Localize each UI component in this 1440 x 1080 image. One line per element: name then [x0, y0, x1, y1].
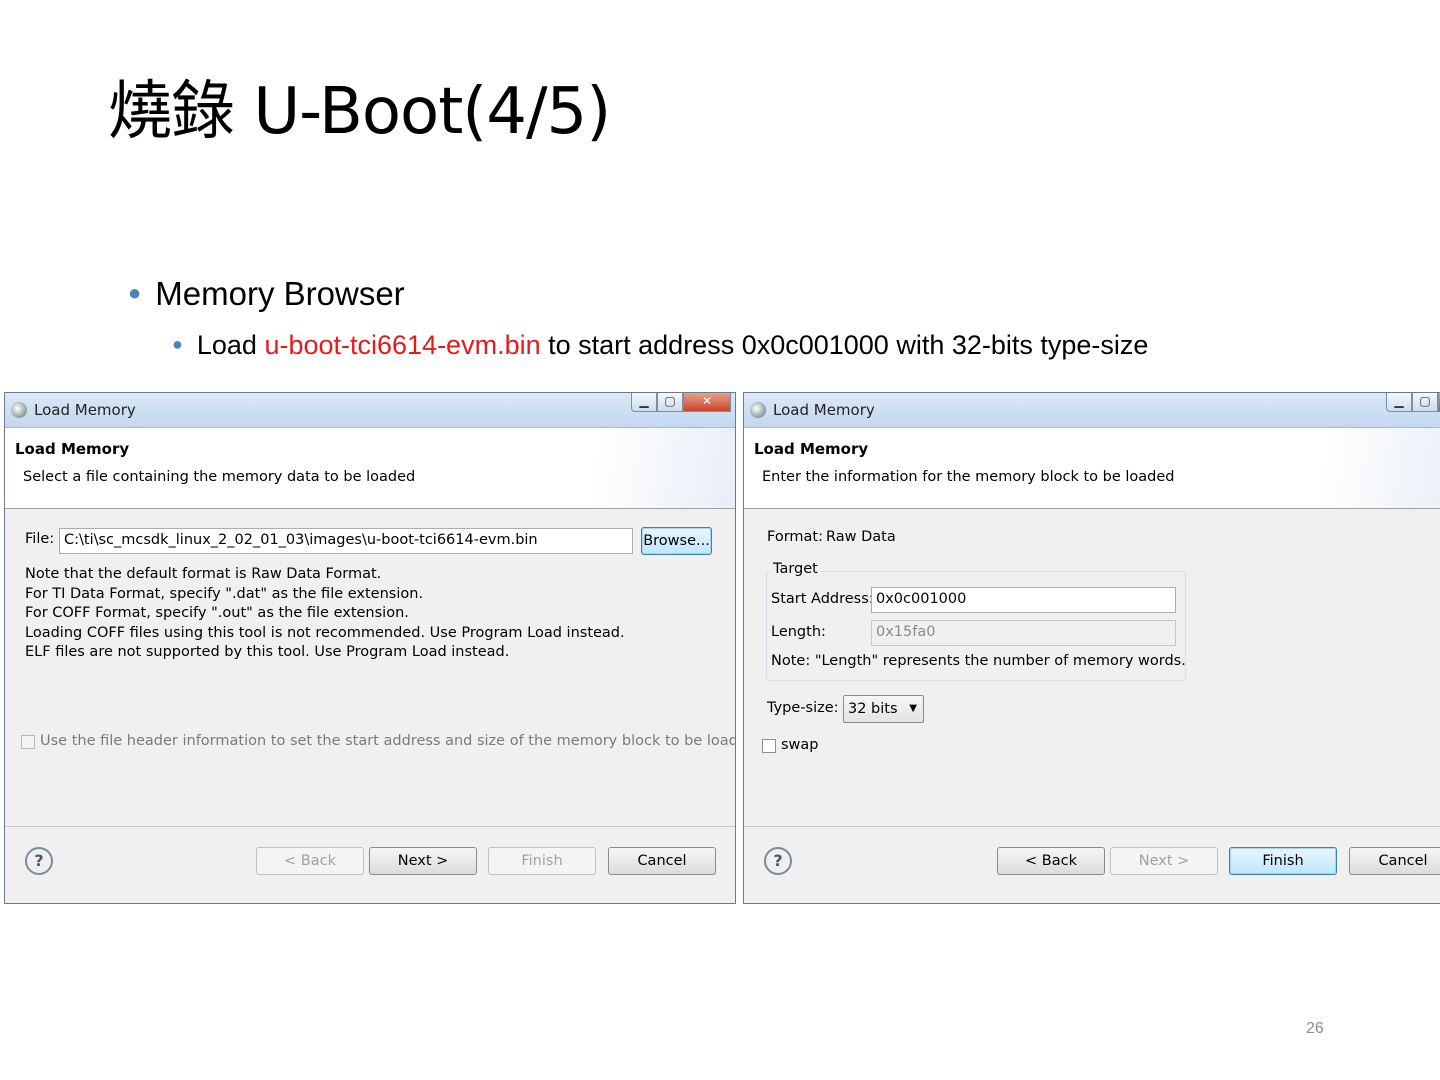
start-address-label: Start Address:: [771, 591, 874, 607]
slide-title: 燒錄 U-Boot(4/5): [108, 75, 611, 149]
dropdown-arrow-icon: ▼: [909, 703, 917, 714]
wizard-description: Enter the information for the memory blo…: [762, 469, 1175, 485]
wizard-title: Load Memory: [15, 440, 130, 458]
format-label: Format:: [767, 529, 823, 545]
load-memory-dialog-file: Load Memory ▁ ▢ ✕ Load Memory Select a f…: [4, 392, 736, 904]
browse-button[interactable]: Browse...: [641, 527, 712, 555]
back-button[interactable]: < Back: [997, 847, 1105, 875]
bullet-load-instruction: ● Load u-boot-tci6614-evm.bin to start ad…: [172, 328, 1148, 365]
next-button[interactable]: Next >: [369, 847, 477, 875]
minimize-icon[interactable]: ▁: [1386, 393, 1412, 412]
wizard-title: Load Memory: [754, 440, 869, 458]
use-header-label: Use the file header information to set t…: [40, 733, 736, 749]
finish-button[interactable]: Finish: [1229, 847, 1337, 875]
wizard-content: File: C:\ti\sc_mcsdk_linux_2_02_01_03\im…: [5, 509, 735, 827]
length-label: Length:: [771, 624, 826, 640]
start-address-input[interactable]: 0x0c001000: [871, 587, 1176, 613]
wizard-content: Format: Raw Data Target Start Address: 0…: [744, 509, 1440, 827]
target-group-label: Target: [770, 561, 821, 577]
bullet1-text: Memory Browser: [155, 275, 405, 312]
note-line: For COFF Format, specify ".out" as the f…: [25, 605, 409, 621]
length-note: Note: "Length" represents the number of …: [771, 653, 1186, 669]
format-value: Raw Data: [826, 529, 896, 545]
next-button[interactable]: Next >: [1110, 847, 1218, 875]
window-controls: ▁ ▢ ✕: [631, 393, 731, 412]
window-controls: ▁ ▢ ✕: [1386, 393, 1440, 412]
minimize-icon[interactable]: ▁: [631, 393, 657, 412]
note-line: ELF files are not supported by this tool…: [25, 644, 510, 660]
wizard-description: Select a file containing the memory data…: [23, 469, 416, 485]
type-size-value: 32 bits: [848, 701, 898, 717]
load-memory-icon: [11, 402, 27, 418]
swap-label: swap: [781, 737, 819, 753]
wizard-header: Load Memory Select a file containing the…: [5, 428, 735, 509]
bullet2-filename: u-boot-tci6614-evm.bin: [264, 330, 541, 360]
note-line: Loading COFF files using this tool is no…: [25, 624, 625, 641]
bullet2-suffix: to start address 0x0c001000 with 32-bits…: [540, 330, 1149, 360]
load-memory-icon: [750, 402, 766, 418]
wizard-footer: ? < Back Next > Finish Cancel: [744, 826, 1440, 903]
cancel-button[interactable]: Cancel: [1349, 847, 1440, 875]
format-notes: Note that the default format is Raw Data…: [25, 565, 625, 663]
bullet2-prefix: Load: [196, 330, 265, 360]
file-path-input[interactable]: C:\ti\sc_mcsdk_linux_2_02_01_03\images\u…: [59, 528, 633, 554]
window-title: Load Memory: [34, 401, 136, 419]
type-size-label: Type-size:: [767, 700, 839, 716]
help-icon[interactable]: ?: [25, 847, 53, 875]
swap-checkbox[interactable]: [762, 739, 776, 753]
note-line: For TI Data Format, specify ".dat" as th…: [25, 585, 424, 602]
finish-button[interactable]: Finish: [488, 847, 596, 875]
bullet-dot-icon: ●: [172, 334, 183, 354]
length-input[interactable]: 0x15fa0: [871, 620, 1176, 646]
note-line: Note that the default format is Raw Data…: [25, 566, 382, 582]
close-icon[interactable]: ✕: [683, 393, 731, 412]
page-number: 26: [1306, 1020, 1324, 1037]
title-bar[interactable]: Load Memory ▁ ▢ ✕: [744, 393, 1440, 428]
wizard-footer: ? < Back Next > Finish Cancel: [5, 826, 735, 903]
maximize-icon[interactable]: ▢: [657, 393, 683, 412]
title-bar[interactable]: Load Memory ▁ ▢ ✕: [5, 393, 735, 428]
help-icon[interactable]: ?: [764, 847, 792, 875]
window-title: Load Memory: [773, 401, 875, 419]
wizard-header: Load Memory Enter the information for th…: [744, 428, 1440, 509]
cancel-button[interactable]: Cancel: [608, 847, 716, 875]
bullet-memory-browser: ● Memory Browser: [128, 274, 405, 318]
maximize-icon[interactable]: ▢: [1412, 393, 1438, 412]
bullet-dot-icon: ●: [128, 280, 142, 305]
use-header-checkbox[interactable]: [21, 735, 35, 749]
file-label: File:: [25, 531, 55, 547]
back-button[interactable]: < Back: [256, 847, 364, 875]
type-size-select[interactable]: 32 bits ▼: [843, 695, 924, 723]
load-memory-dialog-target: Load Memory ▁ ▢ ✕ Load Memory Enter the …: [743, 392, 1440, 904]
